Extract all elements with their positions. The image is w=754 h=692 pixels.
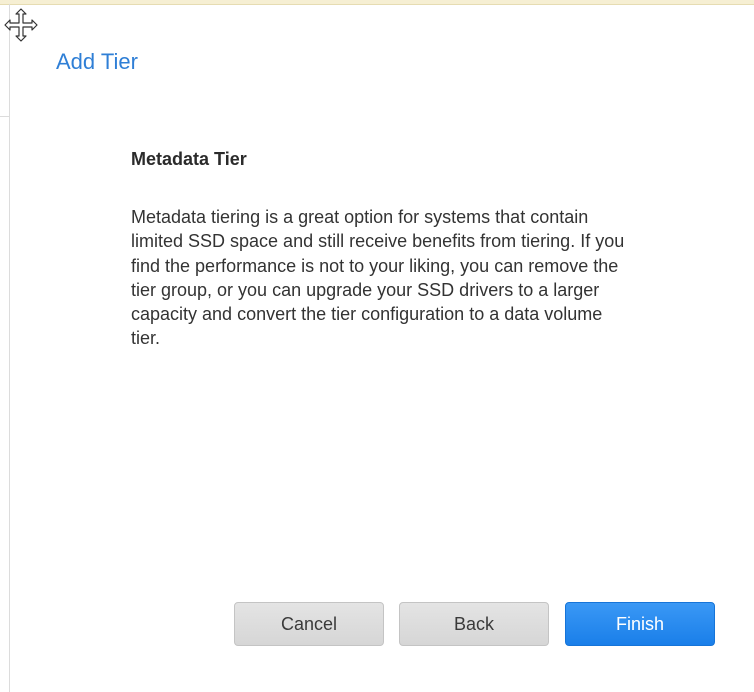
tier-description: Metadata tiering is a great option for s… [131,207,625,349]
back-button[interactable]: Back [399,602,549,646]
move-arrows-icon[interactable] [4,8,38,42]
dialog-title: Add Tier [56,49,138,74]
section-heading: Metadata Tier [131,149,247,169]
divider [0,116,10,117]
window-top-strip [0,0,754,5]
cancel-button[interactable]: Cancel [234,602,384,646]
dialog-left-border [9,4,10,692]
finish-button[interactable]: Finish [565,602,715,646]
add-tier-dialog: Add Tier Metadata Tier Metadata tiering … [0,0,754,692]
